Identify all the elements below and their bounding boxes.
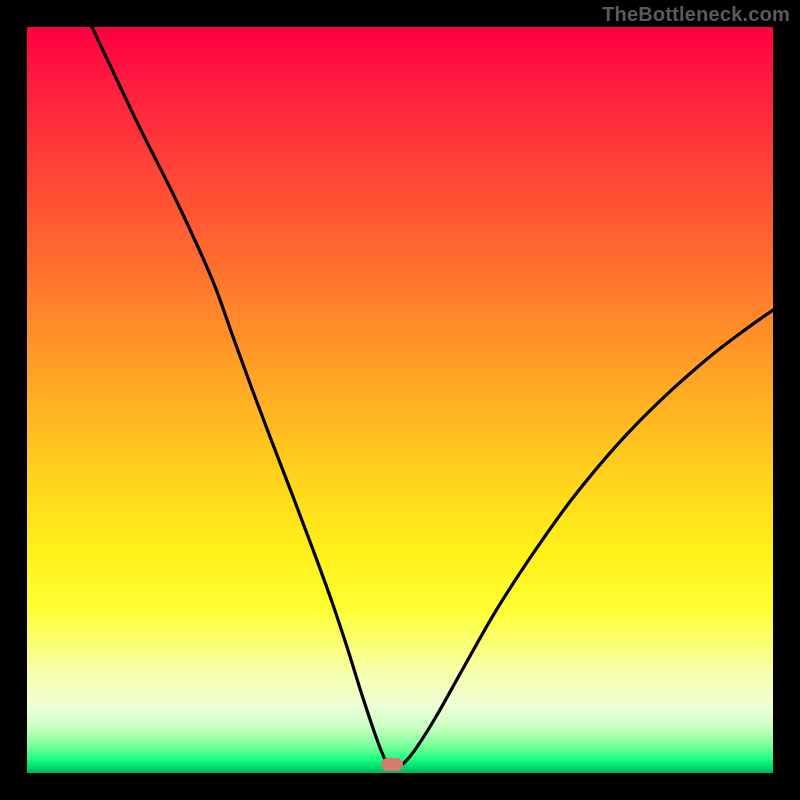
- bottleneck-curve: [27, 27, 773, 773]
- chart-frame: TheBottleneck.com: [0, 0, 800, 800]
- watermark-text: TheBottleneck.com: [602, 4, 790, 27]
- optimum-marker: [381, 758, 403, 771]
- plot-area: [27, 27, 773, 773]
